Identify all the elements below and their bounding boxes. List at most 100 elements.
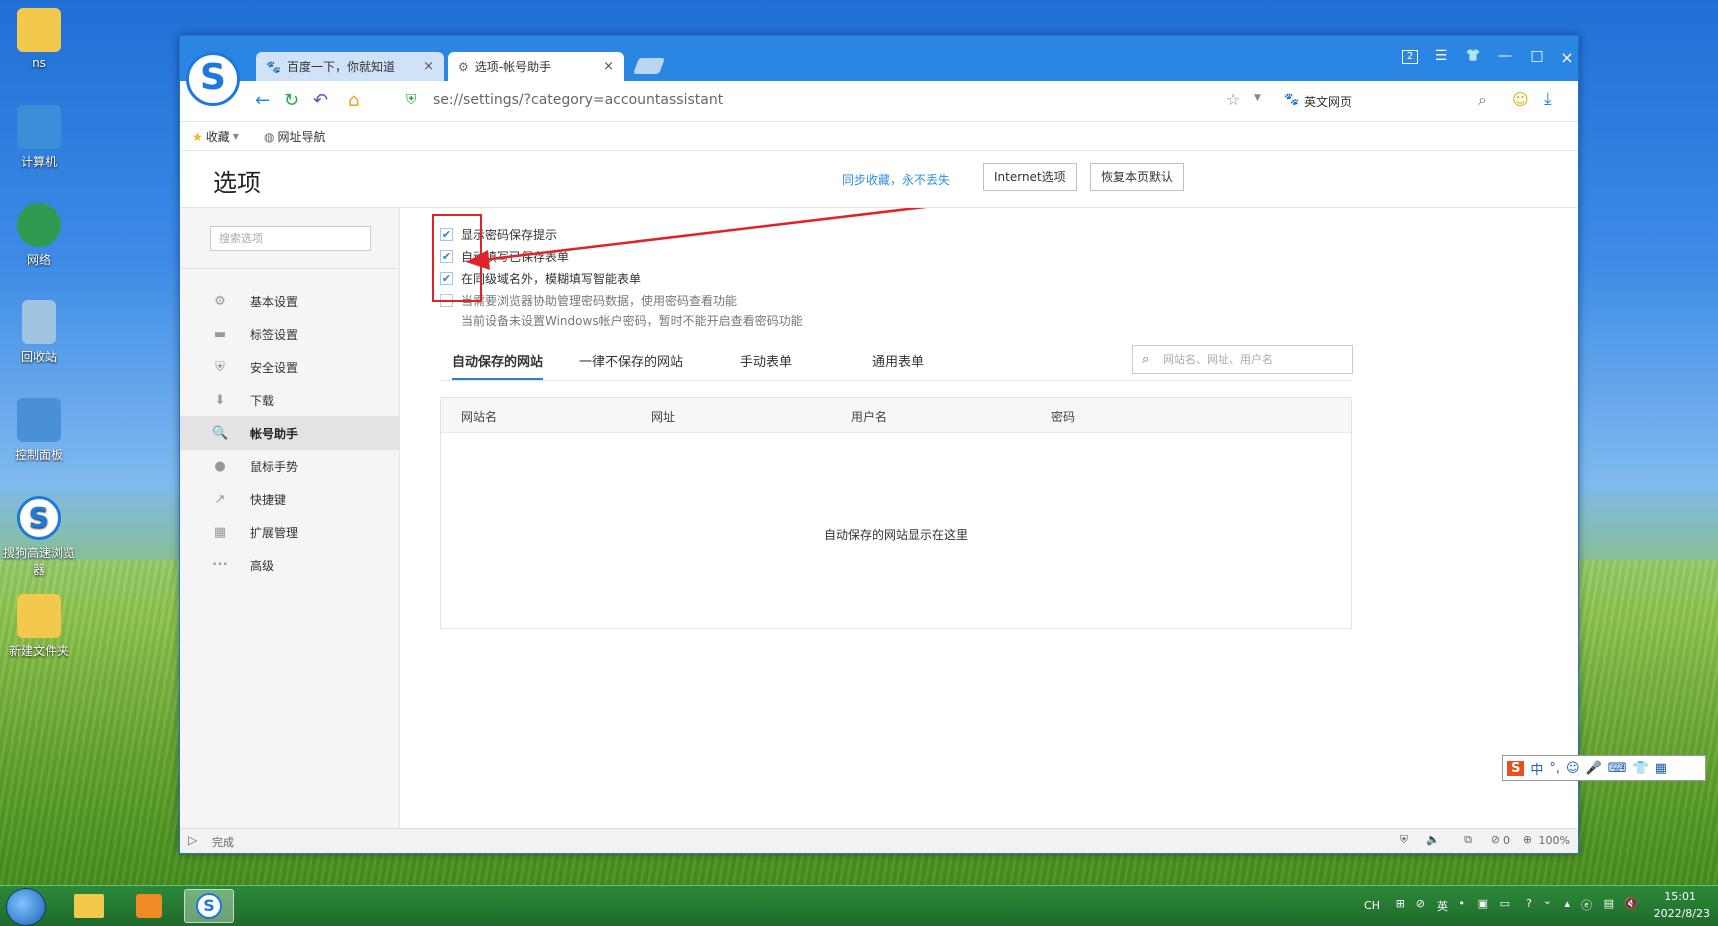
sogou-ime-logo-icon[interactable]: S — [1507, 760, 1525, 776]
undo-icon[interactable]: ↶ — [313, 90, 328, 111]
clock-date[interactable]: 2022/8/23 — [1654, 907, 1710, 920]
sync-link[interactable]: 同步收藏，永不丢失 — [842, 171, 950, 188]
search-engine-label[interactable]: 英文网页 — [1304, 93, 1352, 110]
start-button[interactable] — [6, 888, 46, 926]
star-icon[interactable]: ☆ — [1226, 90, 1240, 109]
sogou-logo[interactable]: S — [186, 52, 240, 106]
empty-table-message: 自动保存的网站显示在这里 — [823, 528, 968, 542]
desktop-icon-new-folder[interactable]: 新建文件夹 — [0, 594, 78, 659]
search-icon[interactable]: ⌕ — [1478, 90, 1487, 110]
zoom-level[interactable]: 100% — [1539, 834, 1570, 847]
taskbar-media-player[interactable] — [124, 889, 174, 923]
tab-close-button[interactable]: × — [603, 59, 614, 74]
tab-auto-saved-sites[interactable]: 自动保存的网站 — [452, 348, 544, 380]
sidebar-item-advanced[interactable]: ••• 高级 — [180, 548, 399, 582]
language-indicator[interactable]: CH — [1364, 899, 1380, 912]
shield-icon[interactable]: ⛨ — [1400, 833, 1408, 847]
column-header: 用户名 — [851, 410, 888, 424]
search-options-input[interactable]: 搜索选项 — [210, 226, 371, 251]
keyboard-icon[interactable]: ⌨ — [1608, 761, 1627, 776]
desktop-icon-control-panel[interactable]: 控制面板 — [0, 398, 78, 463]
status-bar: ▷ 完成 ⛨ 🔈 ⧉ ⊘ 0 ⊕ 100% — [180, 828, 1578, 853]
speaker-muted-icon[interactable]: 🔇 — [1624, 897, 1638, 910]
screenshot-icon[interactable]: ⧉ — [1464, 833, 1472, 847]
close-window-button[interactable]: × — [1556, 48, 1578, 67]
help-icon[interactable]: ? — [1526, 897, 1532, 910]
chevron-down-icon: ▼ — [232, 132, 239, 141]
sidebar-item-mouse-gestures[interactable]: ● 鼠标手势 — [180, 449, 399, 483]
search-engine-baidu-icon[interactable]: 🐾 — [1284, 92, 1299, 106]
tray-arrow-icon[interactable]: ⌄ — [1543, 894, 1552, 907]
desktop-icon-computer[interactable]: 计算机 — [0, 105, 78, 170]
home-icon[interactable]: ⌂ — [348, 90, 359, 111]
baidu-paw-icon: 🐾 — [266, 59, 281, 74]
desktop-icon-label: ns — [32, 56, 46, 70]
sidebar-item-shortcuts[interactable]: ↗ 快捷键 — [180, 482, 399, 516]
desktop-icon-sogou-browser[interactable]: S 搜狗高速浏览器 — [0, 496, 78, 578]
back-arrow-icon[interactable]: ← — [255, 90, 270, 111]
tab-settings[interactable]: ⚙ 选项-帐号助手 × — [448, 52, 624, 81]
toolbox-icon[interactable]: ▦ — [1655, 761, 1667, 776]
computer-icon — [17, 105, 61, 149]
tab-count-button[interactable]: 2 — [1402, 50, 1418, 64]
sidebar-item-basic[interactable]: ⚙ 基本设置 — [180, 284, 399, 318]
zoom-icon[interactable]: ⊕ — [1523, 833, 1532, 846]
screen-icon[interactable]: ▭ — [1500, 897, 1510, 910]
skin-icon[interactable]: 👕 — [1633, 761, 1649, 776]
secure-shield-icon: ⛨ — [406, 92, 417, 108]
maximize-button[interactable]: □ — [1526, 48, 1548, 64]
sidebar-item-label: 基本设置 — [250, 294, 299, 309]
sidebar-item-extensions[interactable]: ▦ 扩展管理 — [180, 515, 399, 549]
desktop-icon-recycle-bin[interactable]: 回收站 — [0, 300, 78, 365]
tray-dot-icon[interactable]: • — [1459, 897, 1466, 910]
emoji-icon[interactable]: ☺ — [1566, 761, 1580, 776]
tray-app-icon[interactable]: ▣ — [1478, 897, 1488, 910]
saved-sites-table: 网站名 网址 用户名 密码 自动保存的网站显示在这里 — [440, 397, 1352, 629]
sidebar-item-security[interactable]: ⛨ 安全设置 — [180, 350, 399, 384]
sidebar-item-tabs[interactable]: ▬ 标签设置 — [180, 317, 399, 351]
speaker-icon[interactable]: 🔈 — [1426, 833, 1440, 846]
ime-mode-toggle[interactable]: 中 — [1530, 759, 1543, 778]
no-icon[interactable]: ⊘ — [1416, 897, 1425, 910]
sidebar-item-label: 鼠标手势 — [250, 459, 299, 474]
show-hidden-icons-chevron-icon[interactable]: ▴ — [1564, 897, 1570, 910]
minimize-button[interactable]: — — [1494, 48, 1516, 64]
new-tab-button[interactable] — [633, 58, 665, 74]
folder-icon — [74, 894, 104, 918]
nav-sites-button[interactable]: ◍ 网址导航 — [264, 128, 326, 145]
restore-default-button[interactable]: 恢复本页默认 — [1090, 163, 1185, 191]
tab-common-forms[interactable]: 通用表单 — [872, 348, 924, 378]
sidebar-item-download[interactable]: ⬇ 下载 — [180, 383, 399, 417]
internet-options-button[interactable]: Internet选项 — [983, 163, 1077, 191]
adblock-icon[interactable]: ⊘ — [1491, 833, 1500, 846]
sidebar-item-account-assistant[interactable]: 🔍 帐号助手 — [180, 416, 399, 450]
download-arrow-icon[interactable]: ⤓ — [1544, 89, 1552, 109]
desktop-icon-network[interactable]: 网络 — [0, 203, 78, 268]
ime-mode-indicator[interactable]: 英 — [1437, 898, 1448, 914]
menu-button[interactable]: ☰ — [1430, 48, 1452, 64]
favorites-button[interactable]: ★ 收藏 ▼ — [192, 128, 239, 145]
tab-never-saved-sites[interactable]: 一律不保存的网站 — [579, 348, 683, 378]
network-icon[interactable]: ▤ — [1604, 897, 1614, 910]
ime-icon[interactable]: ⊞ — [1396, 897, 1405, 910]
skin-button[interactable]: 👕 — [1462, 48, 1484, 62]
ime-punct-toggle[interactable]: °, — [1549, 761, 1560, 776]
chevron-down-icon[interactable]: ▼ — [1254, 93, 1261, 103]
tab-manual-forms[interactable]: 手动表单 — [740, 348, 792, 378]
page-header: 选项 同步收藏，永不丢失 Internet选项 恢复本页默认 — [180, 151, 1578, 208]
emoji-icon[interactable]: ☺ — [1512, 90, 1529, 109]
url-input[interactable]: se://settings/?category=accountassistant — [433, 92, 723, 108]
tab-baidu[interactable]: 🐾 百度一下，你就知道 × — [256, 52, 444, 81]
sogou-browser-icon: S — [17, 496, 61, 540]
tab-close-button[interactable]: × — [423, 59, 434, 74]
taskbar-sogou-browser[interactable]: S — [184, 889, 234, 923]
site-search-input[interactable]: ⌕ 网站名、网址、用户名 — [1132, 345, 1353, 374]
desktop-icon-ns[interactable]: ns — [0, 8, 78, 70]
refresh-icon[interactable]: ↻ — [284, 90, 299, 111]
sidebar-toggle-icon[interactable]: ▷ — [188, 833, 197, 847]
microphone-icon[interactable]: 🎤 — [1586, 761, 1602, 776]
ie-icon[interactable]: ⓔ — [1581, 897, 1592, 913]
sogou-browser-icon: S — [196, 893, 222, 919]
taskbar-explorer[interactable] — [64, 889, 114, 923]
clock-time[interactable]: 15:01 — [1664, 890, 1696, 903]
